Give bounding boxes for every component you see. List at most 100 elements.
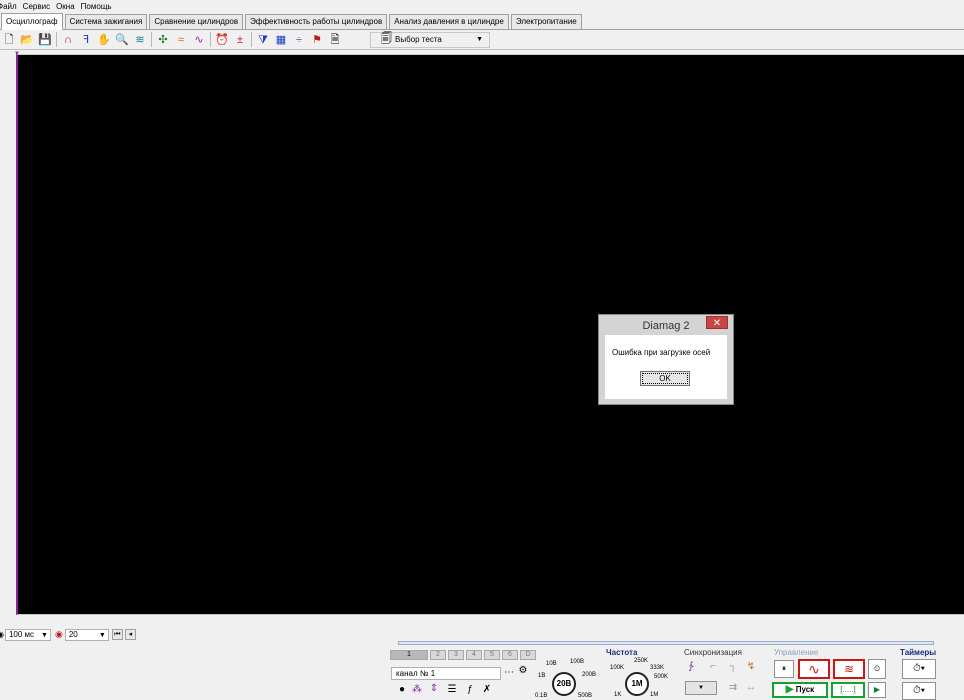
sync-step-icon[interactable]: ⌐ xyxy=(706,661,720,673)
channel-tab-4[interactable]: 4 xyxy=(466,650,482,660)
voltage-label: 500В xyxy=(578,693,593,699)
channel-tab-5[interactable]: 5 xyxy=(484,650,500,660)
close-button[interactable]: ✕ xyxy=(706,316,728,329)
document-icon: 🗐 xyxy=(381,33,392,45)
lines-icon[interactable]: ☰ xyxy=(445,684,459,696)
grid-icon[interactable]: ▦ xyxy=(274,32,288,48)
function-icon[interactable]: ƒ xyxy=(463,684,477,696)
channel-tab-6[interactable]: 6 xyxy=(502,650,518,660)
prev-frame-button[interactable]: ◂ xyxy=(124,629,136,640)
toolbar-separator xyxy=(251,32,252,47)
timer-1-button[interactable]: ⏱▾ xyxy=(902,659,936,679)
timebase-select[interactable]: 100 мс ▼ xyxy=(4,628,51,641)
frequency-label: 333K xyxy=(650,665,665,671)
sine-mode-button[interactable]: ∿ xyxy=(798,659,830,679)
frequency-title: Частота xyxy=(606,648,638,657)
tab-cylinder-compare[interactable]: Сравнение цилиндров xyxy=(149,14,244,29)
channel-tab-2[interactable]: 2 xyxy=(430,650,446,660)
menu-help[interactable]: Помощь xyxy=(80,1,113,13)
eye-icon[interactable]: ● xyxy=(395,684,409,696)
timer-2-button[interactable]: ⏱▾ xyxy=(902,682,936,700)
voltage-label: 100В xyxy=(570,659,585,665)
alarm-icon[interactable]: ⏰ xyxy=(215,32,229,48)
sync-rising-edge-icon[interactable]: ∱ xyxy=(684,661,698,673)
menu-windows[interactable]: Окна xyxy=(55,1,76,13)
hand-icon[interactable]: ✋ xyxy=(97,32,111,48)
error-dialog: Diamag 2 ✕ Ошибка при загрузке осей OK xyxy=(598,314,734,405)
test-select-dropdown[interactable]: 🗐 Выбор теста ▼ xyxy=(370,31,490,48)
chevron-down-icon: ▼ xyxy=(41,631,48,639)
waves-icon[interactable]: ≈ xyxy=(174,32,188,48)
frequency-knob[interactable]: 1M xyxy=(625,672,649,696)
channel-tab-d[interactable]: D xyxy=(520,650,536,660)
oscilloscope-display[interactable] xyxy=(16,54,964,615)
tab-oscilloscope[interactable]: Осциллограф xyxy=(1,13,63,30)
toolbar-separator xyxy=(151,32,152,47)
start-button[interactable]: ▶ Пуск xyxy=(772,682,828,698)
first-frame-button[interactable]: ⏮ xyxy=(111,629,123,640)
crosshair-icon[interactable]: ✣ xyxy=(156,32,170,48)
signal-icon[interactable]: ⁂ xyxy=(410,684,424,696)
dialog-body: Ошибка при загрузке осей OK xyxy=(605,335,727,399)
play-icon: ▶ xyxy=(785,684,794,695)
menu-bar: Файл Сервис Окна Помощь xyxy=(0,0,964,13)
zoom-icon[interactable]: 🔍 xyxy=(115,32,129,48)
save-icon[interactable]: 💾 xyxy=(38,32,52,48)
split-icon[interactable]: ÷ xyxy=(292,32,306,48)
frame-count-select[interactable]: 20 ▼ xyxy=(64,628,109,641)
more-icon[interactable]: ⋯ xyxy=(502,667,516,679)
toolbar-separator xyxy=(56,32,57,47)
timer-settings-icon[interactable]: ⏲ xyxy=(868,659,886,679)
voltage-label: 1В xyxy=(538,673,546,679)
ok-button[interactable]: OK xyxy=(640,371,690,386)
spring-icon[interactable]: ≋ xyxy=(133,32,147,48)
vertical-move-icon[interactable]: ⇕ xyxy=(427,683,441,695)
probe-settings-icon[interactable]: ⚙ xyxy=(516,665,530,677)
flag-icon[interactable]: ⚑ xyxy=(310,32,324,48)
channel-tab-3[interactable]: 3 xyxy=(448,650,464,660)
start-button-label: Пуск xyxy=(795,685,815,694)
headphones-icon[interactable]: ∩ xyxy=(61,32,75,48)
chevron-down-icon: ▼ xyxy=(476,35,483,43)
sync-auto-icon[interactable]: ↯ xyxy=(744,661,758,673)
test-select-label: Выбор теста xyxy=(395,35,442,44)
frequency-label: 100K xyxy=(610,665,625,671)
tab-ignition-system[interactable]: Система зажигания xyxy=(64,14,148,29)
menu-service[interactable]: Сервис xyxy=(22,1,51,13)
chevron-down-icon: ▼ xyxy=(698,685,704,691)
sine-icon[interactable]: ∿ xyxy=(192,32,206,48)
pulse-mode-button[interactable]: ≋ xyxy=(833,659,865,679)
channel-name-field[interactable]: канал № 1 xyxy=(391,667,501,680)
auto-play-icon[interactable]: ▶ xyxy=(868,682,886,698)
pause-button[interactable]: ⏸ xyxy=(774,660,794,678)
new-file-icon[interactable]: 🗋 xyxy=(2,32,16,48)
sync-cross-icon[interactable]: ↔ xyxy=(744,682,758,694)
sync-falling-edge-icon[interactable]: ┐ xyxy=(726,661,740,673)
voltage-label: 0.1В xyxy=(535,693,548,699)
open-folder-icon[interactable]: 📂 xyxy=(20,32,34,48)
tab-pressure-analysis[interactable]: Анализ давления в цилиндре xyxy=(389,14,509,29)
level-icon[interactable]: ± xyxy=(233,32,247,48)
tools-icon[interactable]: ✗ xyxy=(480,684,494,696)
cursor-probe-icon[interactable]: ꟻ xyxy=(79,32,93,48)
channel-tab-1[interactable]: 1 xyxy=(390,650,428,660)
sync-arrows-icon[interactable]: ⇉ xyxy=(726,682,740,694)
menu-file[interactable]: Файл xyxy=(0,1,18,13)
filter-icon[interactable]: ⧩ xyxy=(256,32,270,48)
voltage-knob[interactable]: 20В xyxy=(552,672,576,696)
range-button[interactable]: [.....] xyxy=(831,682,865,698)
tab-cylinder-efficiency[interactable]: Эффективность работы цилиндров xyxy=(245,14,388,29)
frequency-label: 500K xyxy=(654,674,669,680)
chevron-down-icon: ▼ xyxy=(98,631,106,639)
target-icon: ◉ xyxy=(54,629,63,639)
tab-power-supply[interactable]: Электропитание xyxy=(510,14,582,29)
trigger-marker-icon[interactable]: ▼ xyxy=(14,51,20,57)
voltage-label: 10В xyxy=(546,661,557,667)
timebase-value: 100 мс xyxy=(8,629,35,639)
time-bar: ◉ 100 мс ▼ ◉ 20 ▼ ⏮ ◂ xyxy=(0,628,964,641)
sync-select[interactable]: ▼ xyxy=(685,681,717,695)
frequency-label: 1M xyxy=(650,692,659,698)
dialog-titlebar[interactable]: Diamag 2 ✕ xyxy=(599,315,733,335)
timers-title: Таймеры xyxy=(900,648,937,657)
document-icon[interactable]: 🗎 xyxy=(328,32,342,48)
